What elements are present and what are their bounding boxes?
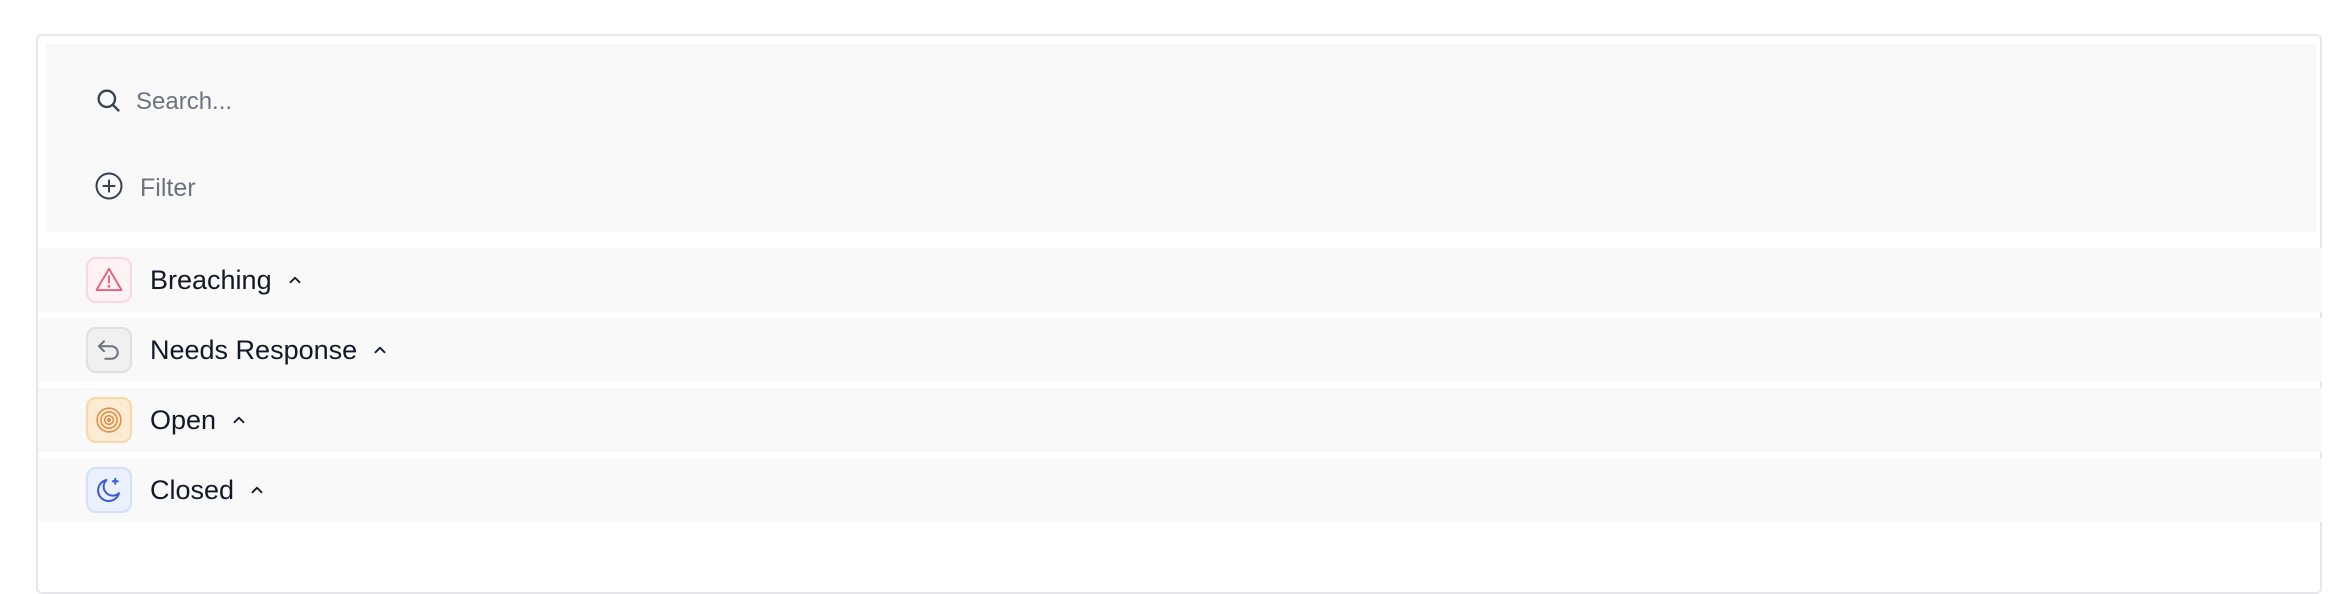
alert-triangle-icon (86, 257, 132, 303)
group-label: Open (150, 404, 217, 435)
chevron-up-icon[interactable] (286, 271, 304, 289)
group-needs-response[interactable]: Needs Response (38, 318, 2322, 382)
group-label: Closed (150, 474, 235, 505)
inbox-panel: Filter Breaching Needs Response (36, 34, 2322, 594)
toolbar: Filter (46, 44, 2316, 232)
reply-arrow-icon (86, 327, 132, 373)
group-closed[interactable]: Closed (38, 458, 2322, 522)
target-icon (86, 397, 132, 443)
filter-button[interactable]: Filter (94, 166, 196, 210)
plus-circle-icon (94, 171, 124, 206)
chevron-up-icon[interactable] (371, 341, 389, 359)
group-label: Needs Response (150, 334, 358, 365)
chevron-up-icon[interactable] (248, 481, 266, 499)
search-icon (94, 86, 122, 119)
chevron-up-icon[interactable] (230, 411, 248, 429)
search-bar[interactable] (94, 80, 936, 124)
moon-star-icon (86, 467, 132, 513)
filter-label: Filter (140, 173, 196, 202)
group-breaching[interactable]: Breaching (38, 248, 2322, 312)
group-open[interactable]: Open (38, 388, 2322, 452)
group-label: Breaching (150, 264, 272, 295)
search-input[interactable] (136, 82, 936, 122)
